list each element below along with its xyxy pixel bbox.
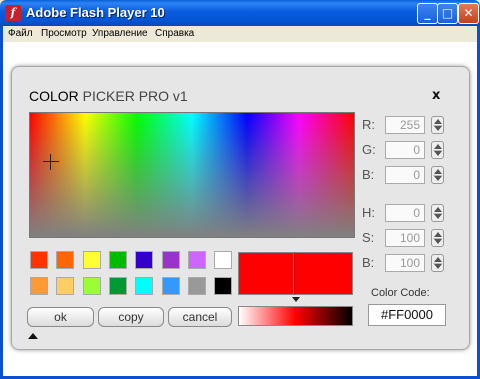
color-swatch[interactable] <box>161 251 180 269</box>
menu-item-control[interactable]: Управление <box>92 28 148 39</box>
color-swatch[interactable] <box>108 251 127 269</box>
menu-item-file[interactable]: Файл <box>8 28 33 39</box>
cancel-button[interactable]: cancel <box>168 307 232 327</box>
blue-input[interactable]: 0 <box>385 166 425 184</box>
ok-button[interactable]: ok <box>27 307 94 327</box>
picker-title-rest: PICKER PRO v1 <box>78 88 188 104</box>
saturation-input[interactable]: 100 <box>385 229 425 247</box>
new-color-preview <box>294 252 353 295</box>
menu-item-view[interactable]: Просмотр <box>41 28 87 39</box>
brightness-label: B: <box>362 255 375 270</box>
close-button[interactable]: ✕ <box>458 3 479 24</box>
hue-label: H: <box>362 205 375 220</box>
blue-stepper[interactable] <box>431 166 444 184</box>
color-swatch[interactable] <box>214 251 233 269</box>
flash-player-icon: f <box>5 5 21 21</box>
picker-close-button[interactable]: x <box>432 88 440 103</box>
color-swatch[interactable] <box>135 277 154 295</box>
copy-button[interactable]: copy <box>98 307 164 327</box>
color-code-label: Color Code: <box>371 287 430 299</box>
brightness-input[interactable]: 100 <box>385 254 425 272</box>
window-frame-left <box>0 26 3 379</box>
picker-title-bold: COLOR <box>29 88 79 104</box>
color-swatch[interactable] <box>30 251 48 269</box>
red-label: R: <box>362 117 375 132</box>
color-swatch[interactable] <box>135 251 154 269</box>
preview-arrow-icon[interactable] <box>292 297 300 302</box>
red-stepper[interactable] <box>431 116 444 134</box>
menu-item-help[interactable]: Справка <box>155 28 194 39</box>
saturation-label: S: <box>362 230 375 245</box>
red-input[interactable]: 255 <box>385 116 425 134</box>
color-swatch[interactable] <box>82 277 101 295</box>
title-bar[interactable]: f Adobe Flash Player 10 _ □ ✕ <box>0 0 480 26</box>
green-stepper[interactable] <box>431 141 444 159</box>
color-swatch[interactable] <box>187 251 206 269</box>
color-swatch[interactable] <box>161 277 180 295</box>
minimize-button[interactable]: _ <box>417 3 438 24</box>
color-spectrum[interactable] <box>29 112 355 238</box>
picker-title: COLOR PICKER PRO v1 <box>29 88 188 104</box>
hue-stepper[interactable] <box>431 204 444 222</box>
maximize-button[interactable]: □ <box>437 3 458 24</box>
current-color-preview <box>238 252 294 295</box>
blue-label: B: <box>362 167 375 182</box>
green-label: G: <box>362 142 376 157</box>
color-swatch[interactable] <box>30 277 48 295</box>
color-swatch[interactable] <box>82 251 101 269</box>
color-code-field[interactable]: #FF0000 <box>368 304 446 326</box>
saturation-stepper[interactable] <box>431 229 444 247</box>
color-swatch[interactable] <box>187 277 206 295</box>
color-swatch[interactable] <box>56 251 75 269</box>
color-swatch[interactable] <box>214 277 233 295</box>
color-swatch[interactable] <box>108 277 127 295</box>
hue-input[interactable]: 0 <box>385 204 425 222</box>
shade-gradient-bar[interactable] <box>238 306 353 326</box>
color-swatch[interactable] <box>56 277 75 295</box>
collapse-arrow-icon[interactable] <box>28 333 38 339</box>
crosshair-icon[interactable] <box>43 154 59 170</box>
window-title: Adobe Flash Player 10 <box>26 5 165 20</box>
brightness-stepper[interactable] <box>431 254 444 272</box>
green-input[interactable]: 0 <box>385 141 425 159</box>
menu-bar: Файл Просмотр Управление Справка <box>3 26 477 42</box>
